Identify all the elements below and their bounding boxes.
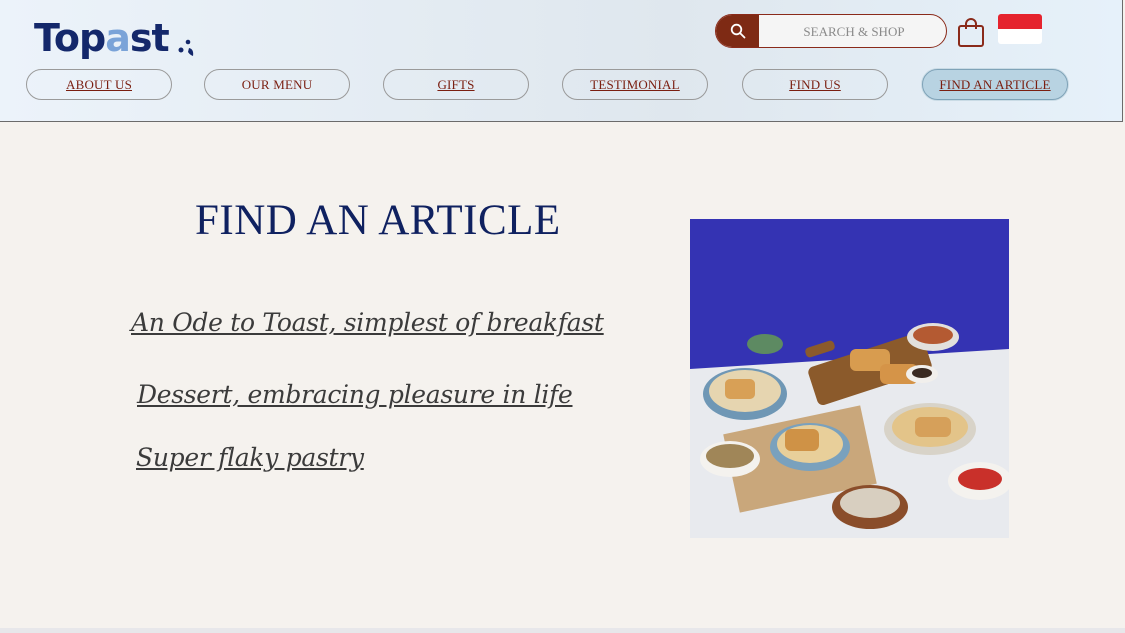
topast-logo[interactable]: Topast — [34, 14, 170, 62]
article-link-dessert[interactable]: Dessert, embracing pleasure in life — [137, 380, 573, 409]
site-header: Topast ABOUT US OUR MENU GIFTS TESTIMONI… — [0, 0, 1123, 122]
article-link-flaky-pastry[interactable]: Super flaky pastry — [136, 443, 364, 472]
page-bottom-edge — [0, 628, 1125, 633]
nav-find-an-article[interactable]: FIND AN ARTICLE — [922, 69, 1068, 100]
nav-about-us[interactable]: ABOUT US — [26, 69, 172, 100]
search-button[interactable] — [716, 15, 759, 47]
search-bar[interactable] — [715, 14, 947, 48]
search-icon — [730, 23, 745, 39]
logo-dots-icon — [178, 39, 194, 56]
nav-gifts[interactable]: GIFTS — [383, 69, 529, 100]
shopping-bag-icon[interactable] — [957, 16, 985, 48]
language-flag-icon[interactable] — [998, 14, 1042, 44]
nav-testimonial[interactable]: TESTIMONIAL — [562, 69, 708, 100]
article-link-ode-to-toast[interactable]: An Ode to Toast, simplest of breakfast — [131, 308, 604, 337]
pastry-spread-photo — [690, 219, 1009, 538]
page-title: FIND AN ARTICLE — [195, 197, 561, 244]
search-input[interactable] — [759, 15, 946, 47]
nav-find-us[interactable]: FIND US — [742, 69, 888, 100]
nav-our-menu[interactable]: OUR MENU — [204, 69, 350, 100]
